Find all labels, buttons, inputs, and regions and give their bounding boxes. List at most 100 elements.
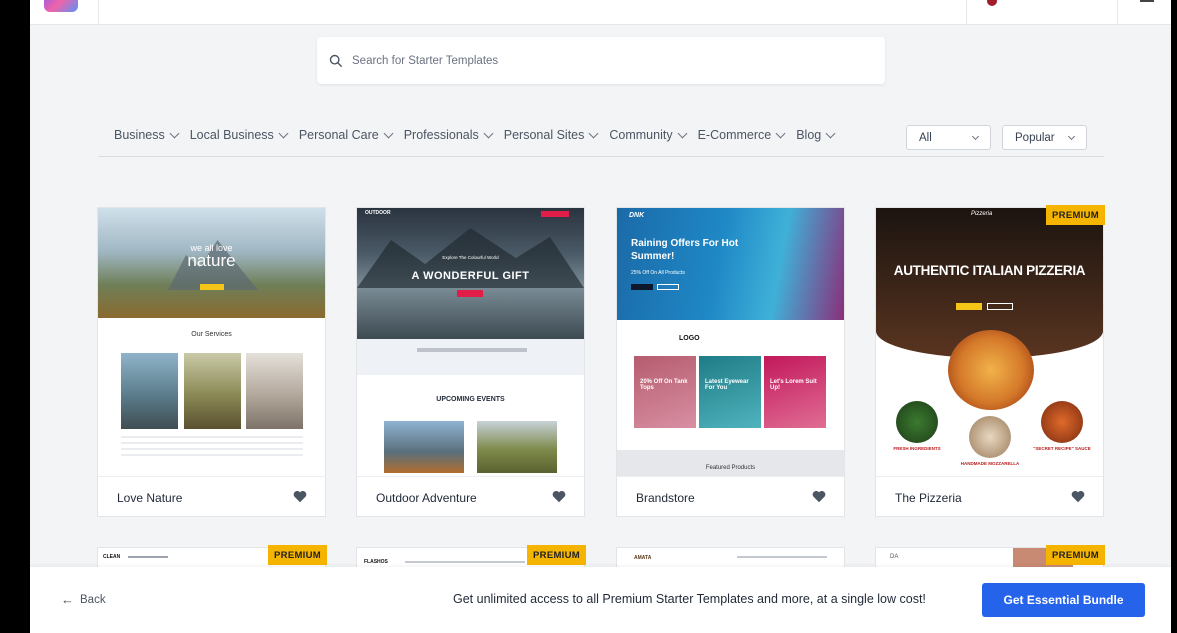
template-name[interactable]: Brandstore — [636, 491, 695, 505]
category-community[interactable]: Community — [609, 128, 688, 142]
top-header — [30, 0, 1171, 25]
premium-badge: PREMIUM — [1046, 545, 1105, 565]
preview-button — [200, 284, 224, 290]
preview-section-title: UPCOMING EVENTS — [436, 396, 505, 403]
divider — [98, 156, 1104, 157]
preview-heading: Raining Offers For Hot Summer! — [631, 238, 739, 262]
ingredient-image — [896, 401, 938, 443]
chevron-down-icon — [278, 128, 289, 138]
template-preview[interactable]: OUTDOOR Explore The Colourful World A WO… — [357, 208, 584, 476]
template-card[interactable]: DNK Raining Offers For Hot Summer! 25% O… — [616, 207, 845, 517]
promo-text: Latest Eyewear For You — [705, 379, 749, 391]
favorite-heart-icon[interactable] — [1071, 490, 1085, 503]
promo-text: Get unlimited access to all Premium Star… — [453, 592, 926, 606]
chevron-down-icon — [677, 128, 688, 138]
sort-select[interactable]: Popular — [1002, 125, 1087, 150]
category-label: E-Commerce — [697, 128, 772, 142]
preview-nav-line — [405, 561, 525, 563]
search-input[interactable] — [352, 54, 832, 67]
featured-band — [617, 450, 844, 476]
promo-text: 20% Off On Tank Tops — [640, 379, 688, 391]
menu-icon[interactable] — [1140, 0, 1154, 2]
promo-tile — [699, 356, 761, 428]
category-nav: Business Local Business Personal Care Pr… — [114, 128, 846, 142]
chevron-down-icon — [169, 128, 180, 138]
category-personal-care[interactable]: Personal Care — [298, 128, 394, 142]
category-personal-sites[interactable]: Personal Sites — [503, 128, 599, 142]
back-label: Back — [80, 593, 106, 606]
card-footer: Brandstore — [617, 476, 844, 516]
ingredient-image — [1041, 401, 1083, 443]
preview-feature-title: FRESH INGREDIENTS — [893, 446, 941, 451]
card-footer: Outdoor Adventure — [357, 476, 584, 516]
template-card[interactable]: Pizzeria AUTHENTIC ITALIAN PIZZERIA FRES… — [875, 207, 1104, 517]
account-avatar-icon[interactable] — [987, 0, 997, 6]
preview-brand: AMATA — [634, 555, 652, 561]
divider — [98, 0, 99, 25]
template-preview[interactable]: DNK Raining Offers For Hot Summer! 25% O… — [617, 208, 844, 476]
preview-button — [657, 284, 679, 290]
category-blog[interactable]: Blog — [796, 128, 836, 142]
preview-feature-title: HANDMADE MOZZARELLA — [960, 461, 1020, 466]
category-label: Personal Care — [298, 128, 379, 142]
chevron-down-icon — [483, 128, 494, 138]
preview-subheading: 25% Off On All Products — [631, 270, 685, 276]
template-preview[interactable]: Pizzeria AUTHENTIC ITALIAN PIZZERIA FRES… — [876, 208, 1103, 476]
preview-nav-button — [541, 211, 569, 217]
upsell-bar: ← Back Get unlimited access to all Premi… — [30, 567, 1171, 633]
preview-button — [956, 303, 982, 310]
template-preview[interactable]: we all love nature Our Services — [98, 208, 325, 476]
event-image — [384, 421, 464, 473]
premium-badge: PREMIUM — [1046, 205, 1105, 225]
arrow-left-icon: ← — [61, 592, 74, 607]
preview-text-lines — [121, 436, 303, 456]
app-logo-icon[interactable] — [44, 0, 78, 12]
category-label: Community — [609, 128, 673, 142]
favorite-heart-icon[interactable] — [293, 490, 307, 503]
search-bar[interactable] — [317, 37, 885, 84]
preview-feature-title: "SECRET RECIPE" SAUCE — [1033, 446, 1091, 451]
template-name[interactable]: Outdoor Adventure — [376, 491, 477, 505]
service-image — [121, 353, 178, 429]
category-local-business[interactable]: Local Business — [189, 128, 289, 142]
category-professionals[interactable]: Professionals — [404, 128, 494, 142]
template-card[interactable]: we all love nature Our Services Love Nat… — [97, 207, 326, 517]
chevron-down-icon — [775, 128, 786, 138]
preview-button — [987, 303, 1013, 310]
brand-logos-row — [617, 320, 844, 346]
preview-section-title: Our Services — [191, 331, 232, 338]
card-footer: Love Nature — [98, 476, 325, 516]
category-e-commerce[interactable]: E-Commerce — [697, 128, 786, 142]
divider — [1117, 0, 1118, 25]
preview-brand: FLASHOS — [364, 559, 388, 565]
search-icon — [329, 54, 342, 67]
category-label: Business — [114, 128, 165, 142]
get-essential-bundle-button[interactable]: Get Essential Bundle — [982, 583, 1145, 617]
ingredient-image — [969, 416, 1011, 458]
type-filter-value: All — [919, 131, 932, 144]
preview-heading: AUTHENTIC ITALIAN PIZZERIA — [893, 263, 1086, 278]
preview-logo: LOGO — [679, 335, 700, 342]
premium-badge: PREMIUM — [268, 545, 327, 565]
pizza-image — [948, 330, 1034, 410]
category-label: Blog — [796, 128, 822, 142]
category-label: Personal Sites — [503, 128, 585, 142]
promo-tile — [764, 356, 826, 428]
favorite-heart-icon[interactable] — [812, 490, 826, 503]
premium-badge: PREMIUM — [527, 545, 586, 565]
template-name[interactable]: The Pizzeria — [895, 491, 962, 505]
preview-section-title: Featured Products — [705, 465, 756, 471]
template-card[interactable]: OUTDOOR Explore The Colourful World A WO… — [356, 207, 585, 517]
type-filter-select[interactable]: All — [906, 125, 991, 150]
category-label: Local Business — [189, 128, 274, 142]
favorite-heart-icon[interactable] — [552, 490, 566, 503]
preview-heading: nature — [187, 251, 236, 270]
preview-nav-line — [128, 556, 168, 558]
back-button[interactable]: ← Back — [61, 592, 106, 607]
preview-button — [457, 290, 483, 297]
category-business[interactable]: Business — [114, 128, 180, 142]
preview-button — [631, 284, 653, 290]
card-footer: The Pizzeria — [876, 476, 1103, 516]
template-name[interactable]: Love Nature — [117, 491, 182, 505]
preview-nav-line — [737, 556, 827, 558]
